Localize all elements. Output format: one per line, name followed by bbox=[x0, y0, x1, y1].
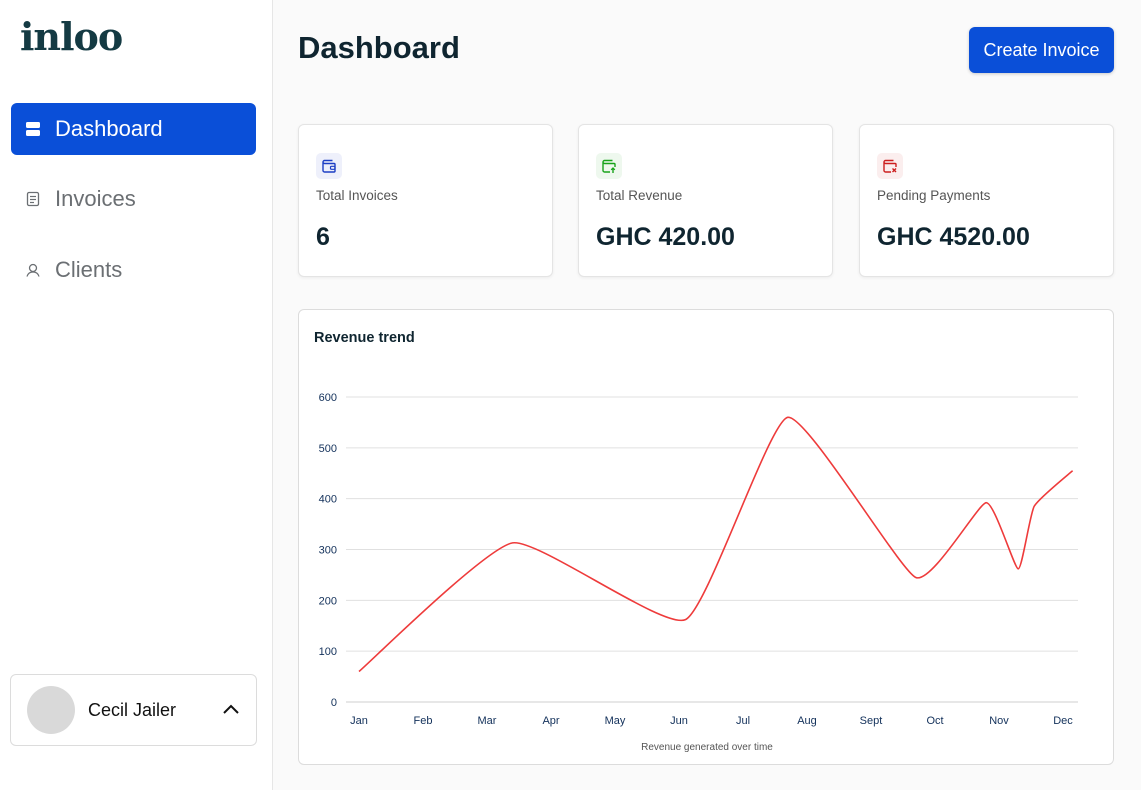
invoice-icon bbox=[25, 191, 41, 207]
revenue-chart-card: Revenue trend 0 100 200 300 400 500 600 Jan Feb… bbox=[298, 309, 1114, 765]
app-logo: inloo bbox=[20, 14, 123, 59]
chevron-up-icon[interactable] bbox=[222, 701, 240, 719]
x-tick-label: Jun bbox=[670, 715, 688, 727]
y-tick-label: 0 bbox=[331, 697, 337, 709]
x-tick-label: Sept bbox=[860, 715, 883, 727]
sidebar-item-clients[interactable]: Clients bbox=[11, 244, 256, 296]
create-invoice-button[interactable]: Create Invoice bbox=[969, 27, 1114, 73]
stat-value: GHC 420.00 bbox=[596, 223, 735, 251]
revenue-series-line bbox=[358, 416, 1074, 673]
page-title: Dashboard bbox=[298, 30, 460, 65]
stat-card-total-revenue: Total Revenue GHC 420.00 bbox=[578, 124, 833, 277]
x-tick-label: Apr bbox=[542, 715, 559, 727]
user-name: Cecil Jailer bbox=[88, 699, 177, 720]
dashboard-icon bbox=[25, 121, 41, 137]
y-tick-label: 300 bbox=[319, 545, 337, 557]
x-tick-label: Dec bbox=[1053, 715, 1073, 727]
user-menu[interactable]: Cecil Jailer bbox=[10, 674, 257, 746]
stat-card-pending-payments: Pending Payments GHC 4520.00 bbox=[859, 124, 1114, 277]
sidebar-item-label: Invoices bbox=[55, 186, 136, 211]
x-tick-label: Jul bbox=[736, 715, 750, 727]
x-tick-label: May bbox=[605, 715, 626, 727]
wallet-alert-icon bbox=[877, 153, 903, 179]
sidebar-item-label: Dashboard bbox=[55, 116, 163, 141]
stat-label: Total Revenue bbox=[596, 188, 683, 203]
x-tick-label: Mar bbox=[478, 715, 497, 727]
clients-icon bbox=[25, 262, 41, 278]
wallet-icon bbox=[316, 153, 342, 179]
x-tick-label: Oct bbox=[926, 715, 943, 727]
avatar bbox=[27, 686, 75, 734]
sidebar-item-dashboard[interactable]: Dashboard bbox=[11, 103, 256, 155]
x-tick-label: Feb bbox=[414, 715, 433, 727]
stat-value: GHC 4520.00 bbox=[877, 223, 1030, 251]
stat-card-total-invoices: Total Invoices 6 bbox=[298, 124, 553, 277]
stat-value: 6 bbox=[316, 223, 330, 251]
x-tick-label: Jan bbox=[350, 715, 368, 727]
y-tick-label: 400 bbox=[319, 494, 337, 506]
y-tick-label: 600 bbox=[319, 392, 337, 404]
y-tick-label: 200 bbox=[319, 595, 337, 607]
sidebar: inloo Dashboard Invoices Clients Cecil J… bbox=[0, 0, 273, 790]
stat-label: Pending Payments bbox=[877, 188, 991, 203]
x-tick-label: Aug bbox=[797, 715, 817, 727]
x-axis-label: Revenue generated over time bbox=[641, 742, 773, 753]
sidebar-item-label: Clients bbox=[55, 257, 123, 282]
stat-label: Total Invoices bbox=[316, 188, 398, 203]
sidebar-item-invoices[interactable]: Invoices bbox=[11, 173, 256, 225]
y-tick-label: 500 bbox=[319, 443, 337, 455]
revenue-line-chart: 0 100 200 300 400 500 600 Jan Feb Mar Apr May Jun Ju… bbox=[319, 392, 1078, 753]
y-tick-label: 100 bbox=[319, 646, 337, 658]
wallet-check-icon bbox=[596, 153, 622, 179]
x-tick-label: Nov bbox=[989, 715, 1009, 727]
